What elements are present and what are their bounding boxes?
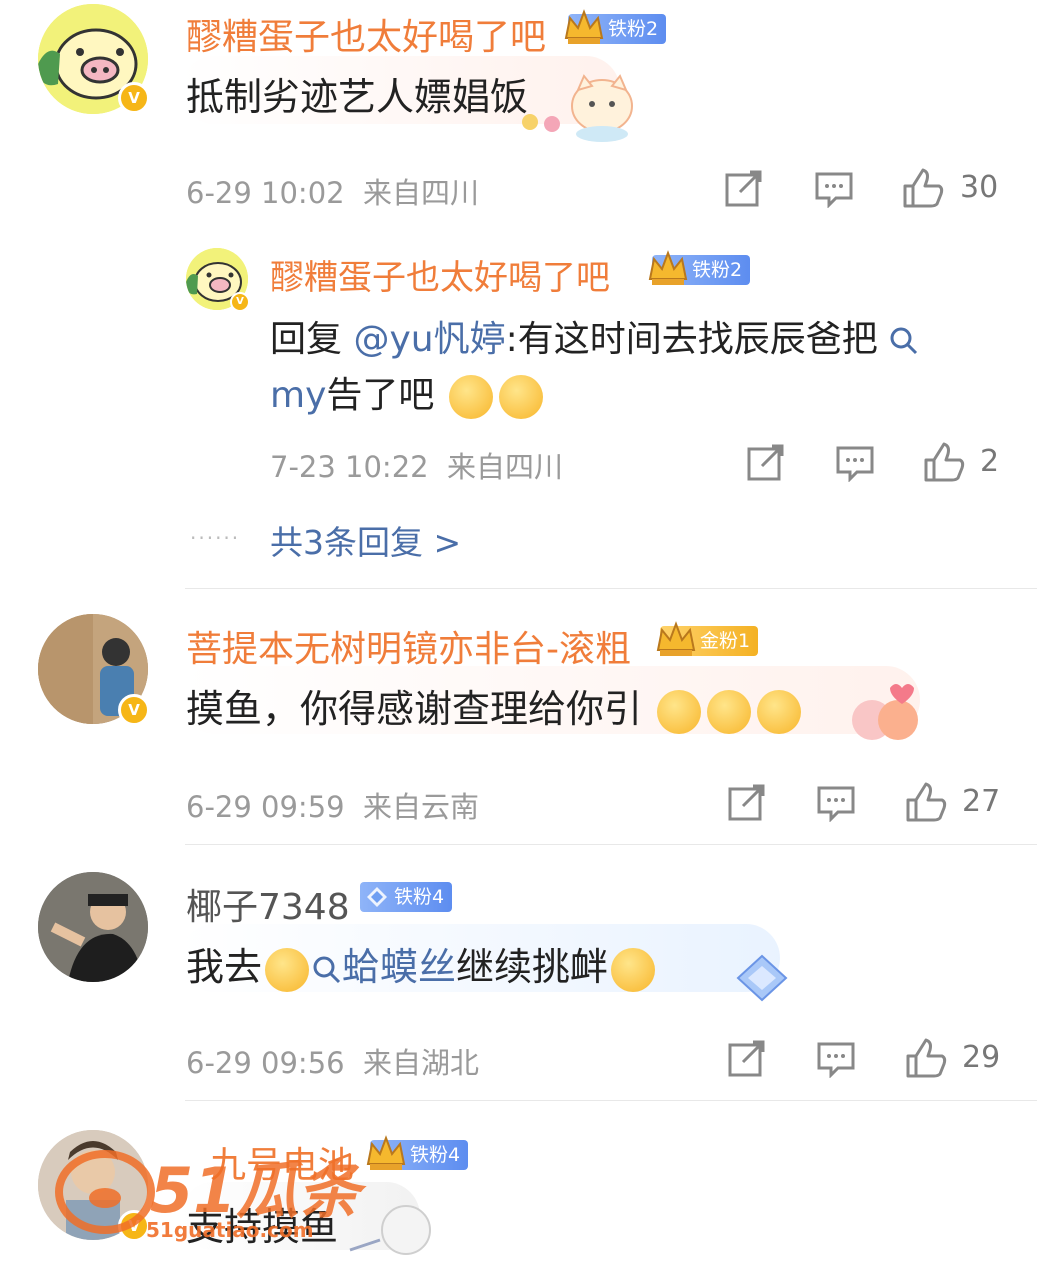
comment-icon[interactable] (816, 784, 856, 822)
comment-text-content: 摸鱼，你得感谢查理给你引 (186, 687, 643, 731)
pig-logo-icon (55, 1150, 155, 1234)
like-count: 2 (980, 444, 1000, 479)
like-icon[interactable] (904, 780, 948, 824)
photo-avatar-icon (38, 872, 148, 982)
dots-divider: ······ (190, 526, 241, 550)
comment-1: V 醪糟蛋子也太好喝了吧 铁粉2 抵制劣迹艺人嫖娼饭 6-29 10:02 来自… (0, 0, 1037, 590)
location-text: 来自四川 (447, 450, 564, 484)
fan-badge: 铁粉2 (564, 9, 667, 44)
comment-text-after: 继续挑衅 (456, 945, 609, 989)
username[interactable]: 菩提本无树明镜亦非台-滚粗 (186, 620, 631, 672)
watermark-logo: 51瓜条 51guatiao.com (50, 1132, 370, 1252)
crown-icon (564, 9, 604, 44)
reply-time: 7-23 10:22 来自四川 (270, 444, 563, 486)
search-link[interactable]: my (270, 375, 326, 416)
location-text: 来自云南 (363, 790, 480, 824)
fan-badge-label: 金粉1 (700, 630, 751, 652)
cat-sticker-icon (522, 74, 633, 142)
like-icon[interactable] (901, 166, 945, 210)
verified-badge-icon: V (118, 82, 150, 114)
like-icon[interactable] (904, 1036, 948, 1080)
time-text: 6-29 09:59 (186, 790, 345, 824)
crying-emoji-icon (611, 947, 656, 992)
divider (185, 844, 1037, 845)
comment-text-before: 我去 (186, 945, 263, 989)
search-icon[interactable] (312, 955, 342, 985)
watermark-text: 51瓜条 (150, 1154, 361, 1227)
location-text: 来自湖北 (363, 1046, 480, 1080)
verified-badge-icon: V (118, 694, 150, 726)
share-icon[interactable] (724, 170, 764, 208)
like-count: 30 (960, 170, 999, 205)
comment-text: 抵制劣迹艺人嫖娼饭 (186, 75, 529, 119)
reply-prefix: 回复 (270, 319, 354, 360)
grin-emoji-icon (448, 375, 493, 419)
comment-text: 我去 蛤蟆丝继续挑衅 (186, 936, 658, 992)
comment-time: 6-29 10:02 来自四川 (186, 170, 479, 212)
verified-badge-icon: V (230, 292, 250, 312)
mention-link[interactable]: @yu忛婷 (353, 319, 505, 360)
username[interactable]: 醪糟蛋子也太好喝了吧 (186, 8, 546, 60)
fan-badge: 铁粉4 (360, 882, 453, 912)
time-text: 6-29 10:02 (186, 176, 345, 210)
fan-badge: 铁粉4 (366, 1135, 469, 1170)
divider (185, 1100, 1037, 1101)
fan-badge-label: 铁粉2 (692, 259, 743, 281)
divider (185, 588, 1037, 589)
crown-icon (656, 621, 696, 656)
watermark-url: 51guatiao.com (146, 1218, 314, 1242)
crying-emoji-icon (265, 947, 310, 992)
username[interactable]: 椰子7348 (186, 878, 350, 930)
couple-sticker-icon (852, 684, 918, 740)
comment-2: V 菩提本无树明镜亦非台-滚粗 金粉1 摸鱼，你得感谢查理给你引 6-29 09… (0, 600, 1037, 845)
share-icon[interactable] (746, 444, 786, 482)
view-replies-link[interactable]: 共3条回复 > (270, 516, 461, 564)
laugh-cry-emoji-icon (657, 689, 702, 734)
diamond-icon (367, 887, 387, 907)
avatar[interactable] (38, 872, 148, 982)
comment-text: 摸鱼，你得感谢查理给你引 (186, 678, 804, 734)
share-icon[interactable] (727, 1040, 767, 1078)
comment-time: 6-29 09:56 来自湖北 (186, 1040, 479, 1082)
fan-badge: 金粉1 (656, 621, 759, 656)
comment-icon[interactable] (835, 444, 875, 482)
reply-text: :有这时间去找辰辰爸把 (505, 319, 878, 360)
like-count: 29 (962, 1040, 1001, 1075)
share-icon[interactable] (727, 784, 767, 822)
comment-time: 6-29 09:59 来自云南 (186, 784, 479, 826)
laugh-cry-emoji-icon (757, 689, 802, 734)
comment-3: 椰子7348 铁粉4 我去 蛤蟆丝继续挑衅 6-29 09:56 来自湖北 29 (0, 856, 1037, 1101)
grin-emoji-icon (498, 375, 543, 419)
like-icon[interactable] (922, 440, 966, 484)
reply-text-2: 告了吧 (326, 375, 435, 416)
search-link[interactable]: 蛤蟆丝 (342, 945, 456, 989)
diamond-sticker-icon (736, 954, 788, 1002)
crown-icon (366, 1135, 406, 1170)
laugh-cry-emoji-icon (707, 689, 752, 734)
fan-badge-label: 铁粉4 (394, 886, 445, 908)
reply-text-line2: my告了吧 (270, 366, 546, 419)
reply-username[interactable]: 醪糟蛋子也太好喝了吧 (270, 250, 610, 299)
crown-icon (648, 250, 688, 285)
comment-icon[interactable] (816, 1040, 856, 1078)
fan-badge-label: 铁粉2 (608, 18, 659, 40)
reply-text-line1: 回复 @yu忛婷:有这时间去找辰辰爸把 (270, 310, 919, 362)
like-count: 27 (962, 784, 1001, 819)
time-text: 6-29 09:56 (186, 1046, 345, 1080)
fan-badge-label: 铁粉4 (410, 1144, 461, 1166)
search-icon[interactable] (889, 326, 919, 356)
comment-4: V 九号电池 铁粉4 支持摸鱼 51瓜条 51guatiao.com (0, 1112, 1037, 1280)
time-text: 7-23 10:22 (270, 450, 429, 484)
fan-badge: 铁粉2 (648, 250, 751, 285)
comment-icon[interactable] (814, 170, 854, 208)
location-text: 来自四川 (363, 176, 480, 210)
